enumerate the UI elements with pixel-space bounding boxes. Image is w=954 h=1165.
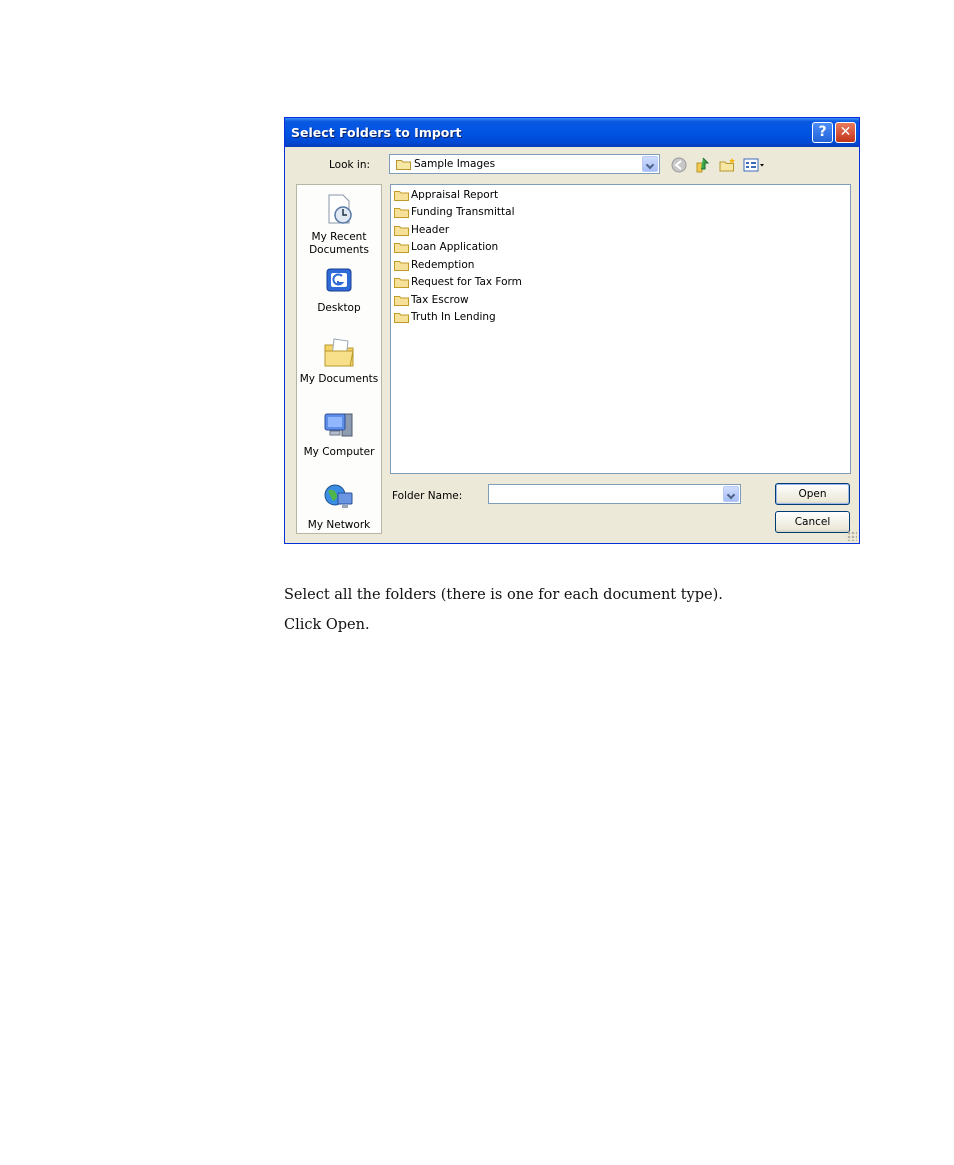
folder-icon — [394, 207, 409, 218]
list-item[interactable]: Truth In Lending — [394, 309, 496, 325]
place-my-network[interactable]: My Network — [297, 483, 381, 532]
list-item[interactable]: Request for Tax Form — [394, 274, 522, 290]
my-network-icon — [324, 484, 353, 508]
folder-name: Header — [411, 224, 450, 236]
list-item[interactable]: Appraisal Report — [394, 187, 498, 203]
help-button[interactable]: ? — [812, 122, 833, 143]
dialog-title: Select Folders to Import — [291, 125, 462, 140]
folder-icon — [394, 242, 409, 253]
my-documents-icon — [324, 338, 354, 367]
folder-icon — [396, 160, 411, 170]
my-computer-icon — [324, 413, 353, 437]
open-button[interactable]: Open — [775, 483, 850, 505]
instruction-line: Select all the folders (there is one for… — [284, 587, 723, 603]
folder-name: Redemption — [411, 259, 475, 271]
select-folders-dialog: Select Folders to Import ? ✕ Look in: Sa… — [284, 117, 860, 544]
folder-icon — [394, 295, 409, 306]
folder-name-dropdown-button[interactable] — [723, 486, 739, 502]
folder-icon — [394, 190, 409, 201]
recent-documents-icon — [328, 194, 352, 224]
close-button[interactable]: ✕ — [835, 122, 856, 143]
desktop-icon — [326, 268, 352, 292]
list-item[interactable]: Tax Escrow — [394, 292, 469, 308]
list-item[interactable]: Header — [394, 222, 449, 238]
folder-name: Truth In Lending — [411, 311, 496, 323]
place-label: My Network — [307, 519, 371, 531]
place-label: My Documents — [299, 373, 379, 385]
list-item[interactable]: Funding Transmittal — [394, 204, 515, 220]
folder-name: Request for Tax Form — [411, 276, 522, 288]
list-item[interactable]: Redemption — [394, 257, 474, 273]
folder-list[interactable]: Appraisal Report Funding Transmittal Hea… — [390, 184, 851, 474]
views-menu-icon[interactable] — [743, 157, 765, 173]
cancel-button[interactable]: Cancel — [775, 511, 850, 533]
place-label: Desktop — [317, 302, 361, 314]
folder-name: Appraisal Report — [411, 189, 499, 201]
look-in-label: Look in: — [329, 159, 371, 171]
place-desktop[interactable]: Desktop — [297, 266, 381, 315]
folder-name-dropdown[interactable] — [488, 484, 741, 504]
instruction-line: Click Open. — [284, 617, 370, 633]
back-icon[interactable] — [671, 157, 687, 173]
place-label: My Computer — [303, 446, 375, 458]
new-folder-icon[interactable] — [719, 157, 737, 173]
folder-icon — [394, 225, 409, 236]
list-item[interactable]: Loan Application — [394, 239, 498, 255]
folder-name: Loan Application — [411, 241, 499, 253]
folder-name-input[interactable] — [491, 486, 725, 502]
folder-icon — [394, 277, 409, 288]
look-in-dropdown[interactable]: Sample Images — [389, 154, 660, 174]
look-in-value: Sample Images — [414, 158, 496, 170]
up-folder-icon[interactable] — [695, 157, 711, 173]
folder-icon — [394, 260, 409, 271]
folder-name: Funding Transmittal — [411, 206, 515, 218]
place-my-recent-documents[interactable]: My Recent Documents — [297, 193, 381, 257]
folder-name: Tax Escrow — [411, 294, 469, 306]
folder-name-label: Folder Name: — [392, 490, 463, 502]
resize-grip[interactable] — [847, 531, 857, 541]
place-my-computer[interactable]: My Computer — [297, 410, 381, 459]
place-my-documents[interactable]: My Documents — [297, 335, 381, 386]
places-bar: My Recent Documents Desktop My Documents — [296, 184, 382, 534]
look-in-dropdown-button[interactable] — [642, 156, 658, 172]
place-label: My Recent Documents — [309, 231, 369, 256]
folder-icon — [394, 312, 409, 323]
title-bar[interactable]: Select Folders to Import ? ✕ — [285, 118, 859, 147]
